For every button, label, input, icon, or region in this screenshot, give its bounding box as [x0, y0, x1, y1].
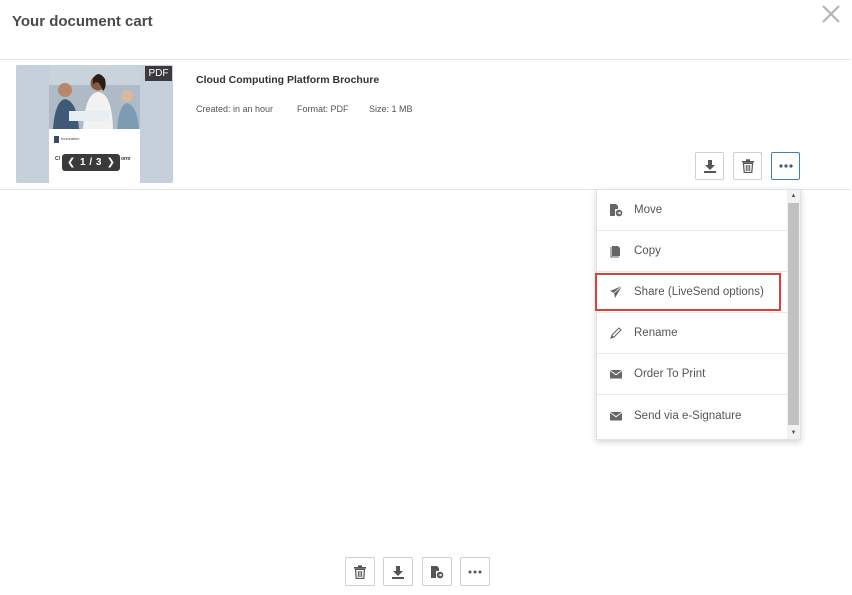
- envelope-icon: [609, 367, 623, 381]
- download-all-button[interactable]: [383, 557, 413, 586]
- move-file-icon: [431, 565, 444, 578]
- document-created: Created: in an hour: [196, 104, 274, 114]
- move-file-icon: [609, 203, 623, 217]
- next-page-icon[interactable]: ❯: [107, 157, 115, 168]
- more-icon: [778, 164, 793, 168]
- menu-item-label: Move: [634, 204, 663, 216]
- delete-button[interactable]: [733, 152, 762, 180]
- prev-page-icon[interactable]: ❮: [67, 157, 75, 168]
- envelope-icon: [609, 409, 623, 423]
- document-format: Format: PDF: [297, 104, 349, 114]
- scroll-up-icon[interactable]: ▲: [787, 190, 800, 202]
- more-actions-menu: Move Copy Share (LiveSend options) Renam…: [596, 189, 801, 440]
- menu-item-move[interactable]: Move: [597, 190, 787, 231]
- thumbnail-logo-text: Innovation: [61, 136, 80, 141]
- page-pager: ❮ 1 / 3 ❯: [62, 154, 120, 171]
- more-button[interactable]: [771, 152, 800, 180]
- menu-item-label: Rename: [634, 327, 678, 339]
- pencil-icon: [609, 326, 623, 340]
- scroll-down-icon[interactable]: ▼: [787, 427, 800, 439]
- menu-item-order-to-print[interactable]: Order To Print: [597, 354, 787, 395]
- trash-icon: [354, 564, 366, 579]
- menu-item-rename[interactable]: Rename: [597, 313, 787, 354]
- thumbnail-caption-left: Cl: [55, 156, 60, 162]
- delete-all-button[interactable]: [345, 557, 375, 586]
- send-icon: [609, 285, 623, 299]
- thumbnail-logo-icon: [54, 136, 59, 143]
- menu-item-label: Share (LiveSend options): [634, 286, 764, 298]
- close-icon[interactable]: [819, 2, 843, 26]
- document-thumbnail[interactable]: Innovation Cl orm PDF ❮ 1 / 3 ❯: [16, 65, 173, 183]
- format-badge: PDF: [145, 66, 172, 81]
- menu-scrollbar[interactable]: ▲ ▼: [787, 190, 800, 439]
- menu-item-label: Send via e-Signature: [634, 409, 742, 422]
- menu-item-copy[interactable]: Copy: [597, 231, 787, 272]
- move-all-button[interactable]: [422, 557, 452, 586]
- menu-item-send-esignature[interactable]: Send via e-Signature: [597, 395, 787, 436]
- copy-icon: [609, 244, 623, 258]
- document-size: Size: 1 MB: [369, 104, 413, 114]
- page-counter: 1 / 3: [80, 157, 102, 168]
- menu-item-share[interactable]: Share (LiveSend options): [597, 272, 787, 313]
- thumbnail-photo: [49, 65, 140, 129]
- trash-icon: [741, 159, 754, 173]
- document-title[interactable]: Cloud Computing Platform Brochure: [196, 74, 379, 86]
- thumbnail-caption-right: orm: [121, 156, 131, 162]
- scrollbar-thumb[interactable]: [788, 203, 799, 425]
- more-icon: [468, 570, 482, 573]
- download-icon: [392, 565, 404, 579]
- menu-item-label: Order To Print: [634, 368, 706, 380]
- download-button[interactable]: [695, 152, 724, 180]
- header-divider: [0, 59, 850, 60]
- download-icon: [703, 160, 716, 173]
- menu-item-label: Copy: [634, 245, 661, 257]
- more-options-button[interactable]: [460, 557, 490, 586]
- page-title: Your document cart: [12, 13, 153, 30]
